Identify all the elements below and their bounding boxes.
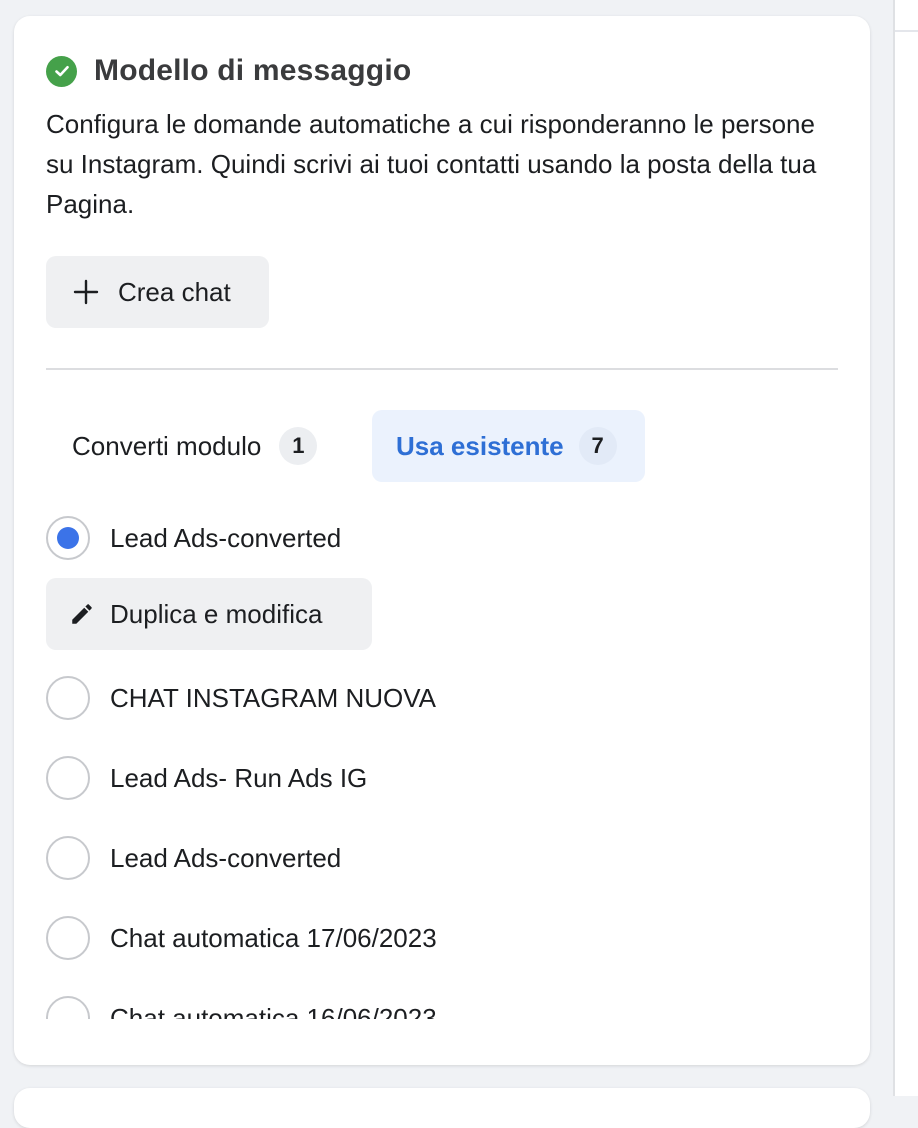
option-chat-automatica-16-06-2023[interactable]: Chat automatica 16/06/2023 — [46, 994, 437, 1019]
tab-convert-form-label: Converti modulo — [72, 430, 262, 461]
pencil-icon — [69, 601, 95, 627]
option-label: Lead Ads- Run Ads IG — [110, 762, 368, 793]
option-label: Chat automatica 17/06/2023 — [110, 922, 437, 953]
card-header: Modello di messaggio — [46, 54, 411, 88]
tab-convert-form-count: 1 — [279, 427, 318, 465]
side-panel-divider — [895, 30, 918, 32]
option-chat-instagram-nuova[interactable]: CHAT INSTAGRAM NUOVA — [46, 674, 436, 722]
next-card — [14, 1088, 870, 1128]
radio-button[interactable] — [46, 756, 90, 800]
message-template-card: Modello di messaggio Configura le domand… — [14, 16, 870, 1065]
tab-convert-form[interactable]: Converti modulo 1 — [46, 410, 346, 482]
check-circle-icon — [46, 55, 77, 87]
option-label: CHAT INSTAGRAM NUOVA — [110, 682, 436, 713]
option-lead-ads-run-ads-ig[interactable]: Lead Ads- Run Ads IG — [46, 754, 367, 802]
option-chat-automatica-17-06-2023[interactable]: Chat automatica 17/06/2023 — [46, 914, 437, 962]
template-options-list[interactable]: Lead Ads-converted Duplica e modifica CH… — [46, 506, 846, 1019]
tab-use-existing[interactable]: Usa esistente 7 — [372, 410, 645, 482]
section-divider — [46, 368, 838, 370]
duplicate-edit-button[interactable]: Duplica e modifica — [46, 578, 372, 650]
radio-button[interactable] — [46, 676, 90, 720]
radio-button[interactable] — [46, 836, 90, 880]
option-lead-ads-converted[interactable]: Lead Ads-converted — [46, 834, 341, 882]
plus-icon — [73, 279, 99, 305]
card-title: Modello di messaggio — [94, 54, 412, 87]
option-lead-ads-converted-selected[interactable]: Lead Ads-converted — [46, 514, 341, 562]
card-description: Configura le domande automatiche a cui r… — [46, 109, 817, 219]
duplicate-edit-label: Duplica e modifica — [110, 598, 323, 629]
tab-use-existing-label: Usa esistente — [396, 430, 564, 461]
tab-use-existing-count: 7 — [578, 427, 617, 465]
create-chat-label: Crea chat — [118, 276, 231, 307]
radio-button-selected[interactable] — [46, 516, 90, 560]
create-chat-button[interactable]: Crea chat — [46, 256, 269, 328]
side-panel-edge — [893, 0, 918, 1096]
option-label: Lead Ads-converted — [110, 522, 342, 553]
radio-button[interactable] — [46, 916, 90, 960]
radio-button[interactable] — [46, 996, 90, 1019]
option-label: Lead Ads-converted — [110, 842, 342, 873]
option-label: Chat automatica 16/06/2023 — [110, 1002, 437, 1020]
